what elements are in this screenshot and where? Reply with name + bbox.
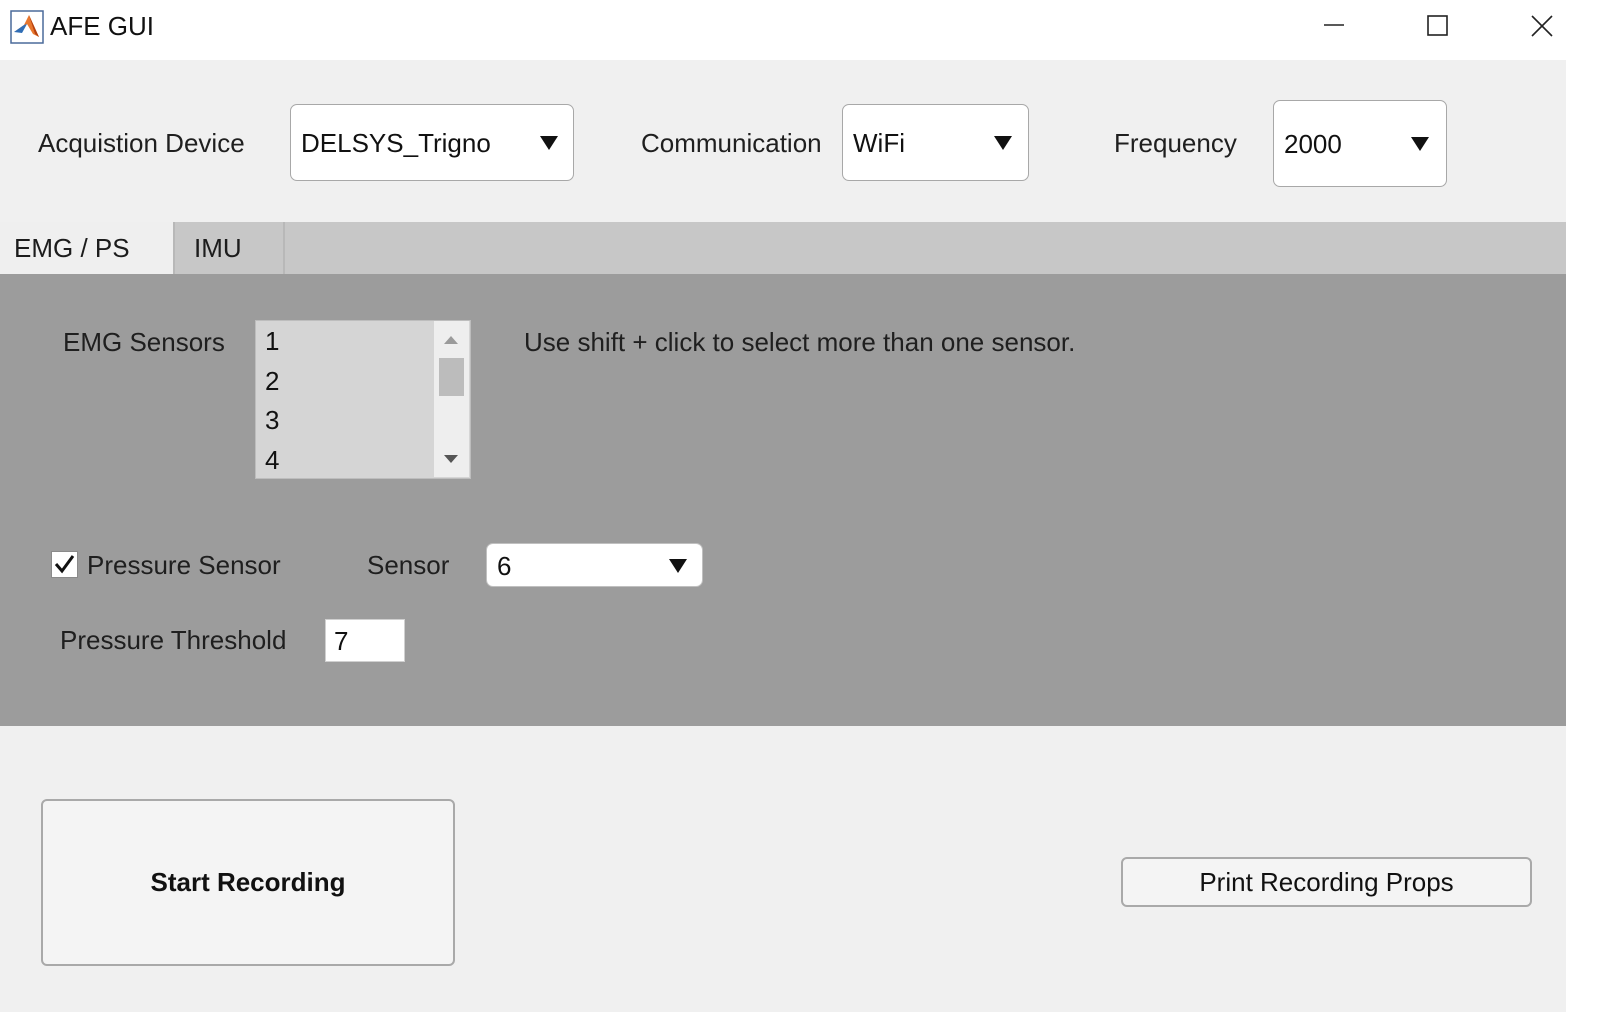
sensor-dropdown[interactable]: 6	[486, 543, 703, 587]
matlab-icon	[10, 10, 44, 44]
dropdown-arrow-icon	[1411, 137, 1429, 151]
acquisition-device-value: DELSYS_Trigno	[301, 128, 491, 158]
emg-sensors-label: EMG Sensors	[63, 327, 225, 357]
minimize-icon	[1324, 24, 1344, 26]
pressure-sensor-label[interactable]: Pressure Sensor	[87, 550, 281, 581]
scrollbar-thumb[interactable]	[439, 358, 464, 396]
tab-strip: EMG / PS IMU	[0, 222, 1566, 274]
close-icon	[1531, 15, 1553, 37]
list-item[interactable]: 4	[265, 445, 279, 476]
print-recording-props-button[interactable]: Print Recording Props	[1121, 857, 1532, 907]
selection-hint: Use shift + click to select more than on…	[524, 327, 1076, 357]
acquisition-device-dropdown[interactable]: DELSYS_Trigno	[290, 104, 574, 181]
window-edge	[1566, 60, 1599, 1012]
list-item[interactable]: 2	[265, 366, 279, 397]
checkmark-icon	[54, 555, 75, 574]
tab-emg-ps[interactable]: EMG / PS	[0, 222, 173, 274]
maximize-icon	[1427, 15, 1448, 36]
communication-dropdown[interactable]: WiFi	[842, 104, 1029, 181]
list-item[interactable]: 1	[265, 326, 279, 357]
dropdown-arrow-icon	[994, 136, 1012, 150]
acquisition-device-label: Acquistion Device	[38, 128, 245, 158]
start-recording-button[interactable]: Start Recording	[41, 799, 455, 966]
frequency-label: Frequency	[1114, 128, 1237, 158]
pressure-threshold-label: Pressure Threshold	[60, 625, 287, 655]
pressure-sensor-checkbox[interactable]	[51, 551, 78, 578]
communication-label: Communication	[641, 128, 822, 158]
dropdown-arrow-icon	[540, 136, 558, 150]
sensor-label: Sensor	[367, 550, 450, 580]
tab-imu[interactable]: IMU	[173, 222, 285, 274]
emg-sensors-listbox[interactable]: 1 2 3 4	[255, 320, 471, 479]
maximize-button[interactable]	[1386, 0, 1490, 52]
communication-value: WiFi	[853, 128, 905, 158]
frequency-dropdown[interactable]: 2000	[1273, 100, 1447, 187]
sensor-value: 6	[497, 551, 512, 581]
listbox-scrollbar[interactable]	[434, 321, 469, 477]
scroll-up-icon[interactable]	[443, 335, 459, 345]
scroll-down-icon[interactable]	[443, 454, 459, 464]
dropdown-arrow-icon	[669, 559, 687, 573]
title-bar: AFE GUI	[0, 0, 1599, 60]
tab-imu-label: IMU	[194, 233, 242, 263]
list-item[interactable]: 3	[265, 405, 279, 436]
minimize-button[interactable]	[1282, 0, 1386, 52]
window-title: AFE GUI	[50, 11, 155, 41]
pressure-threshold-value: 7	[334, 626, 349, 656]
frequency-value: 2000	[1284, 129, 1342, 159]
pressure-threshold-field[interactable]: 7	[325, 619, 405, 662]
close-button[interactable]	[1490, 0, 1594, 52]
tab-emg-ps-label: EMG / PS	[14, 233, 130, 263]
